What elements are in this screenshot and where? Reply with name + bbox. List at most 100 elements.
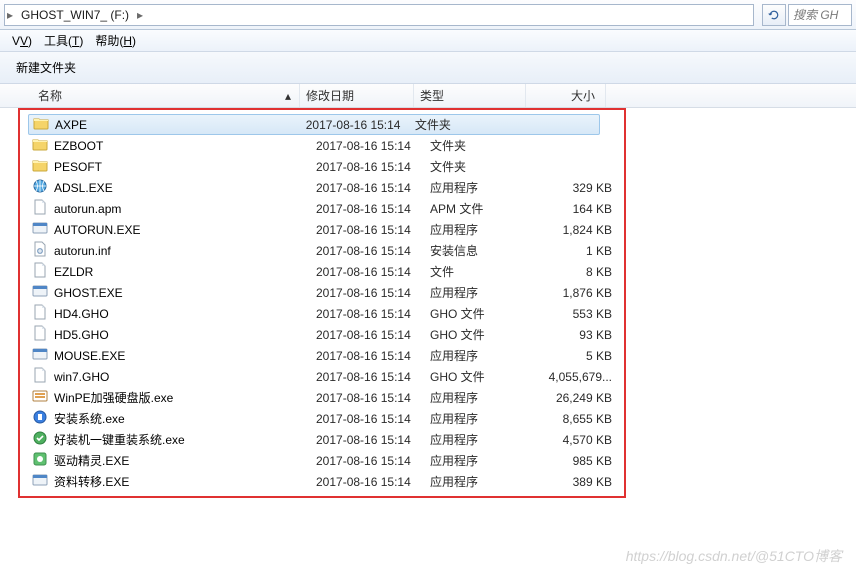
file-name: AXPE bbox=[55, 118, 306, 132]
file-date: 2017-08-16 15:14 bbox=[316, 370, 430, 384]
file-type: 文件夹 bbox=[430, 137, 542, 154]
file-date: 2017-08-16 15:14 bbox=[306, 118, 415, 132]
file-row[interactable]: HD4.GHO2017-08-16 15:14GHO 文件553 KB bbox=[28, 303, 840, 324]
file-size: 1,824 KB bbox=[542, 223, 622, 237]
address-bar: ▸ GHOST_WIN7_ (F:) ▸ 搜索 GH bbox=[0, 0, 856, 30]
exe-grn-icon bbox=[32, 430, 54, 449]
file-row[interactable]: PESOFT2017-08-16 15:14文件夹 bbox=[28, 156, 840, 177]
file-date: 2017-08-16 15:14 bbox=[316, 307, 430, 321]
file-row[interactable]: HD5.GHO2017-08-16 15:14GHO 文件93 KB bbox=[28, 324, 840, 345]
file-type: 文件夹 bbox=[430, 158, 542, 175]
file-icon bbox=[32, 199, 54, 218]
refresh-icon bbox=[768, 9, 780, 21]
search-input[interactable]: 搜索 GH bbox=[788, 4, 852, 26]
file-name: EZLDR bbox=[54, 265, 316, 279]
file-name: ADSL.EXE bbox=[54, 181, 316, 195]
file-size: 5 KB bbox=[542, 349, 622, 363]
column-size[interactable]: 大小 bbox=[526, 84, 606, 107]
file-list: AXPE2017-08-16 15:14文件夹EZBOOT2017-08-16 … bbox=[0, 108, 856, 502]
chevron-right-icon: ▸ bbox=[5, 8, 15, 22]
column-name[interactable]: 名称 ▴ bbox=[32, 84, 300, 107]
breadcrumb-item[interactable]: GHOST_WIN7_ (F:) bbox=[15, 5, 135, 25]
sort-asc-icon: ▴ bbox=[285, 89, 291, 103]
file-type: 应用程序 bbox=[430, 452, 542, 469]
refresh-button[interactable] bbox=[762, 4, 786, 26]
search-placeholder: 搜索 GH bbox=[793, 6, 838, 23]
exe-icon bbox=[32, 283, 54, 302]
file-date: 2017-08-16 15:14 bbox=[316, 202, 430, 216]
file-size: 93 KB bbox=[542, 328, 622, 342]
exe-blue-icon bbox=[32, 409, 54, 428]
file-date: 2017-08-16 15:14 bbox=[316, 454, 430, 468]
file-row[interactable]: EZLDR2017-08-16 15:14文件8 KB bbox=[28, 261, 840, 282]
file-name: WinPE加强硬盘版.exe bbox=[54, 389, 316, 406]
file-date: 2017-08-16 15:14 bbox=[316, 349, 430, 363]
toolbar: 新建文件夹 bbox=[0, 52, 856, 84]
file-name: 安装系统.exe bbox=[54, 410, 316, 427]
column-date[interactable]: 修改日期 bbox=[300, 84, 414, 107]
file-type: GHO 文件 bbox=[430, 368, 542, 385]
file-date: 2017-08-16 15:14 bbox=[316, 412, 430, 426]
file-name: autorun.apm bbox=[54, 202, 316, 216]
exe-drv-icon bbox=[32, 451, 54, 470]
menu-help[interactable]: 帮助(H) bbox=[89, 32, 142, 49]
file-name: autorun.inf bbox=[54, 244, 316, 258]
file-date: 2017-08-16 15:14 bbox=[316, 475, 430, 489]
folder-icon bbox=[33, 115, 55, 134]
file-date: 2017-08-16 15:14 bbox=[316, 223, 430, 237]
new-folder-button[interactable]: 新建文件夹 bbox=[8, 55, 84, 80]
file-icon bbox=[32, 304, 54, 323]
file-date: 2017-08-16 15:14 bbox=[316, 181, 430, 195]
breadcrumb-box[interactable]: ▸ GHOST_WIN7_ (F:) ▸ bbox=[4, 4, 754, 26]
exe-icon bbox=[32, 346, 54, 365]
file-icon bbox=[32, 367, 54, 386]
file-row[interactable]: 驱动精灵.EXE2017-08-16 15:14应用程序985 KB bbox=[28, 450, 840, 471]
file-row[interactable]: MOUSE.EXE2017-08-16 15:14应用程序5 KB bbox=[28, 345, 840, 366]
file-row[interactable]: 资料转移.EXE2017-08-16 15:14应用程序389 KB bbox=[28, 471, 840, 492]
file-date: 2017-08-16 15:14 bbox=[316, 244, 430, 258]
file-size: 8 KB bbox=[542, 265, 622, 279]
file-row[interactable]: win7.GHO2017-08-16 15:14GHO 文件4,055,679.… bbox=[28, 366, 840, 387]
column-type[interactable]: 类型 bbox=[414, 84, 526, 107]
file-name: HD4.GHO bbox=[54, 307, 316, 321]
exe-icon bbox=[32, 220, 54, 239]
menu-tools[interactable]: 工具(T) bbox=[38, 32, 89, 49]
file-row[interactable]: EZBOOT2017-08-16 15:14文件夹 bbox=[28, 135, 840, 156]
folder-icon bbox=[32, 136, 54, 155]
file-date: 2017-08-16 15:14 bbox=[316, 391, 430, 405]
file-row[interactable]: ADSL.EXE2017-08-16 15:14应用程序329 KB bbox=[28, 177, 840, 198]
file-icon bbox=[32, 325, 54, 344]
file-name: EZBOOT bbox=[54, 139, 316, 153]
file-type: 应用程序 bbox=[430, 179, 542, 196]
file-size: 8,655 KB bbox=[542, 412, 622, 426]
file-type: 应用程序 bbox=[430, 410, 542, 427]
file-date: 2017-08-16 15:14 bbox=[316, 139, 430, 153]
file-size: 164 KB bbox=[542, 202, 622, 216]
file-name: MOUSE.EXE bbox=[54, 349, 316, 363]
file-name: GHOST.EXE bbox=[54, 286, 316, 300]
file-row[interactable]: AUTORUN.EXE2017-08-16 15:14应用程序1,824 KB bbox=[28, 219, 840, 240]
file-type: 应用程序 bbox=[430, 284, 542, 301]
exe-pe-icon bbox=[32, 388, 54, 407]
file-type: 应用程序 bbox=[430, 221, 542, 238]
file-name: AUTORUN.EXE bbox=[54, 223, 316, 237]
file-size: 985 KB bbox=[542, 454, 622, 468]
file-name: 驱动精灵.EXE bbox=[54, 452, 316, 469]
file-row[interactable]: WinPE加强硬盘版.exe2017-08-16 15:14应用程序26,249… bbox=[28, 387, 840, 408]
file-type: 应用程序 bbox=[430, 347, 542, 364]
file-row[interactable]: 好装机一键重装系统.exe2017-08-16 15:14应用程序4,570 K… bbox=[28, 429, 840, 450]
file-row[interactable]: autorun.apm2017-08-16 15:14APM 文件164 KB bbox=[28, 198, 840, 219]
watermark: https://blog.csdn.net/@51CTO博客 bbox=[626, 546, 842, 566]
file-type: GHO 文件 bbox=[430, 305, 542, 322]
file-row[interactable]: autorun.inf2017-08-16 15:14安装信息1 KB bbox=[28, 240, 840, 261]
file-type: APM 文件 bbox=[430, 200, 542, 217]
file-row[interactable]: 安装系统.exe2017-08-16 15:14应用程序8,655 KB bbox=[28, 408, 840, 429]
file-size: 4,570 KB bbox=[542, 433, 622, 447]
file-type: 文件 bbox=[430, 263, 542, 280]
menu-view[interactable]: VV) bbox=[6, 34, 38, 48]
file-size: 553 KB bbox=[542, 307, 622, 321]
file-row[interactable]: AXPE2017-08-16 15:14文件夹 bbox=[28, 114, 600, 135]
file-size: 1,876 KB bbox=[542, 286, 622, 300]
exe-net-icon bbox=[32, 178, 54, 197]
file-row[interactable]: GHOST.EXE2017-08-16 15:14应用程序1,876 KB bbox=[28, 282, 840, 303]
